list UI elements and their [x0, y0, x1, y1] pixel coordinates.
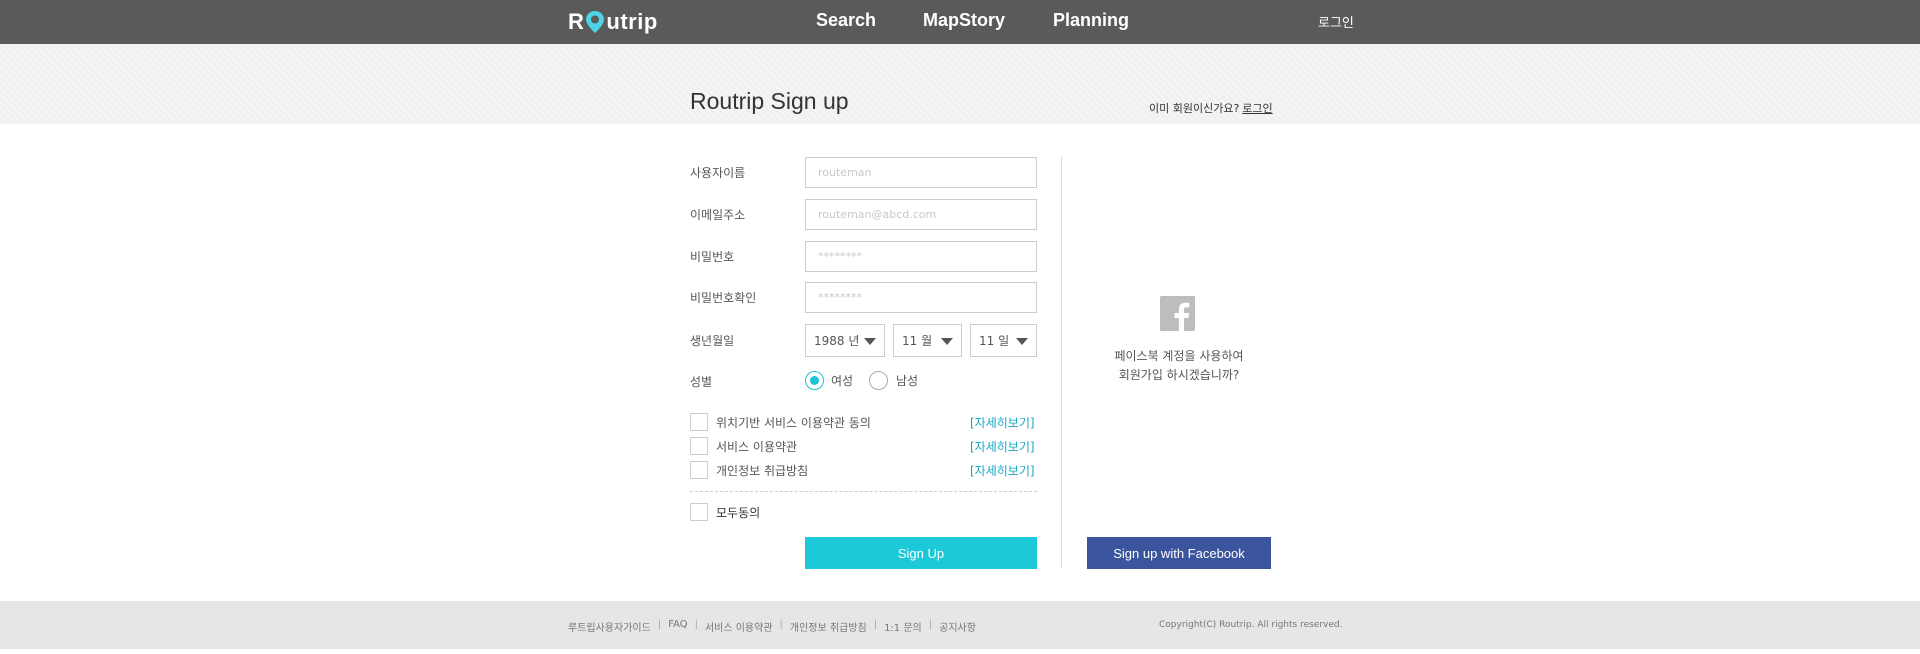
gender-label: 성별	[690, 375, 713, 389]
birth-day-select[interactable]: 11 일	[970, 324, 1037, 357]
facebook-prompt-line2: 회원가입 하시겠습니까?	[1118, 368, 1240, 382]
terms-privacy-checkbox[interactable]	[690, 461, 708, 479]
facebook-icon	[1160, 296, 1195, 331]
terms-location-checkbox[interactable]	[690, 413, 708, 431]
nav-mapstory[interactable]: MapStory	[923, 10, 1005, 31]
terms-location-label: 위치기반 서비스 이용약관 동의	[716, 416, 871, 430]
location-pin-icon	[585, 10, 605, 34]
already-member-label: 이미 회원이신가요?	[1149, 102, 1240, 115]
nav-planning[interactable]: Planning	[1053, 10, 1129, 31]
routrip-logo[interactable]: R utrip	[568, 9, 658, 35]
gender-male-radio[interactable]	[869, 371, 888, 390]
footer-link-notice[interactable]: 공지사항	[939, 619, 976, 634]
gender-female-radio[interactable]	[805, 371, 824, 390]
password-confirm-input[interactable]	[805, 282, 1037, 313]
password-confirm-label: 비밀번호확인	[690, 291, 757, 305]
facebook-signup-button[interactable]: Sign up with Facebook	[1087, 537, 1271, 569]
footer-links: 루트립사용자가이드 | FAQ | 서비스 이용약관 | 개인정보 취급방침 | 1:1…	[568, 619, 976, 634]
terms-location-detail-link[interactable]: [자세히보기]	[970, 414, 1035, 431]
password-label: 비밀번호	[690, 250, 735, 264]
vertical-divider	[1061, 156, 1062, 569]
footer-separator: |	[873, 619, 878, 630]
footer-link-inquiry[interactable]: 1:1 문의	[884, 619, 922, 634]
agree-all-checkbox[interactable]	[690, 503, 708, 521]
logo-suffix: utrip	[606, 9, 658, 34]
email-label: 이메일주소	[690, 208, 746, 222]
footer-separator: |	[779, 619, 783, 630]
facebook-prompt-line1: 페이스북 계정을 사용하여	[1114, 349, 1244, 363]
sign-up-button[interactable]: Sign Up	[805, 537, 1037, 569]
divider	[690, 491, 1037, 492]
birth-year-select[interactable]: 1988 년	[805, 324, 885, 357]
top-navigation-bar: R utrip Search MapStory Planning 로그인	[0, 0, 1920, 44]
chevron-down-icon	[1016, 338, 1028, 345]
birth-day-value: 11 일	[979, 334, 1010, 348]
already-member-text: 이미 회원이신가요? 로그인	[1149, 100, 1273, 116]
title-banner	[0, 44, 1920, 124]
header-login-link[interactable]: 로그인	[1318, 12, 1354, 31]
username-label: 사용자이름	[690, 166, 746, 180]
terms-privacy-label: 개인정보 취급방침	[716, 464, 809, 478]
email-input[interactable]	[805, 199, 1037, 230]
logo-prefix: R	[568, 9, 585, 34]
birth-month-select[interactable]: 11 월	[893, 324, 962, 357]
chevron-down-icon	[864, 338, 876, 345]
birth-year-value: 1988 년	[814, 334, 860, 348]
page-title: Routrip Sign up	[690, 88, 849, 114]
gender-male-label[interactable]: 남성	[896, 372, 918, 389]
chevron-down-icon	[941, 338, 953, 345]
footer-separator: |	[928, 619, 933, 630]
login-link[interactable]: 로그인	[1242, 102, 1272, 115]
terms-service-detail-link[interactable]: [자세히보기]	[970, 438, 1035, 455]
username-input[interactable]	[805, 157, 1037, 188]
nav-search[interactable]: Search	[816, 10, 876, 31]
terms-service-checkbox[interactable]	[690, 437, 708, 455]
footer-link-faq[interactable]: FAQ	[668, 619, 687, 634]
copyright-text: Copyright(C) Routrip. All rights reserve…	[1159, 620, 1343, 630]
password-input[interactable]	[805, 241, 1037, 272]
footer-link-guide[interactable]: 루트립사용자가이드	[568, 619, 651, 634]
birth-label: 생년월일	[690, 334, 735, 348]
footer-link-terms[interactable]: 서비스 이용약관	[705, 619, 773, 634]
terms-service-label: 서비스 이용약관	[716, 440, 798, 454]
footer-separator: |	[657, 619, 662, 630]
footer-separator: |	[694, 619, 698, 630]
terms-privacy-detail-link[interactable]: [자세히보기]	[970, 462, 1035, 479]
footer-link-privacy[interactable]: 개인정보 취급방침	[790, 619, 867, 634]
gender-female-label[interactable]: 여성	[831, 372, 853, 389]
agree-all-label: 모두동의	[716, 506, 761, 520]
birth-month-value: 11 월	[902, 334, 933, 348]
